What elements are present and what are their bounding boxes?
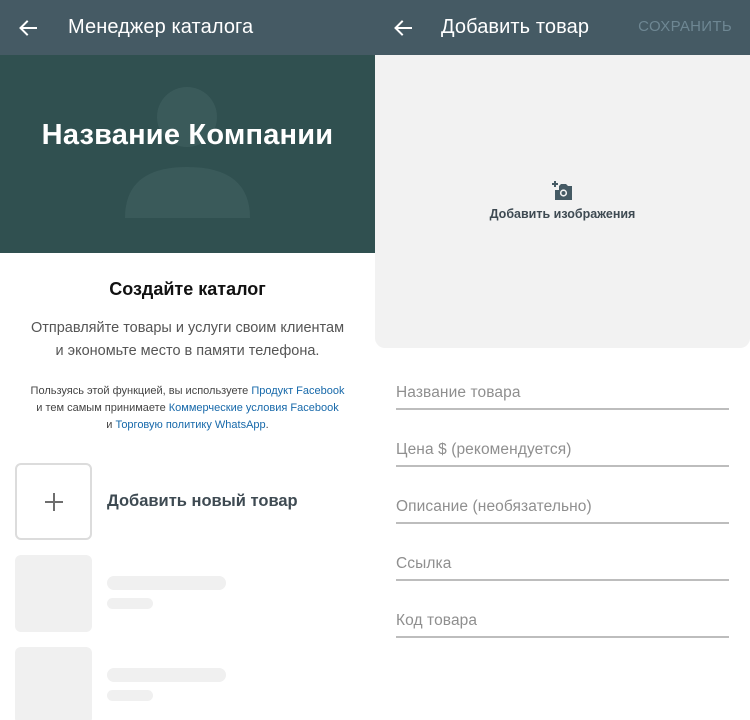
placeholder-thumbnail bbox=[15, 647, 92, 720]
back-arrow-icon[interactable] bbox=[16, 16, 40, 40]
create-catalog-title: Создайте каталог bbox=[109, 279, 266, 299]
profile-silhouette-icon bbox=[125, 87, 250, 218]
placeholder-line bbox=[107, 576, 226, 590]
add-photo-icon bbox=[552, 181, 572, 200]
facebook-product-link[interactable]: Продукт Facebook bbox=[251, 385, 344, 397]
add-images-label: Добавить изображения bbox=[489, 207, 636, 221]
product-code-placeholder: Код товара bbox=[396, 612, 478, 629]
save-button[interactable]: СОХРАНИТЬ bbox=[638, 18, 732, 35]
price-placeholder: Цена $ (рекомендуется) bbox=[396, 441, 572, 458]
app-bar: Добавить товар СОХРАНИТЬ bbox=[375, 0, 750, 55]
plus-icon bbox=[44, 492, 63, 511]
company-name: Название Компании bbox=[41, 119, 334, 151]
app-bar-title: Добавить товар bbox=[441, 16, 590, 38]
add-new-item-button[interactable]: Добавить новый товар bbox=[15, 463, 360, 540]
placeholder-thumbnail bbox=[15, 555, 92, 632]
product-name-field[interactable]: Название товара bbox=[396, 380, 729, 410]
app-bar: Менеджер каталога bbox=[0, 0, 375, 55]
whatsapp-commerce-policy-link[interactable]: Торговую политику WhatsApp bbox=[115, 419, 265, 431]
add-images-area[interactable]: Добавить изображения bbox=[375, 55, 750, 348]
legal-text: и тем самым принимаете bbox=[36, 402, 169, 414]
app-bar-title: Менеджер каталога bbox=[68, 16, 254, 38]
description-line: Отправляйте товары и услуги своим клиент… bbox=[30, 320, 345, 336]
legal-text: Пользуясь этой функцией, вы используете bbox=[30, 385, 252, 397]
create-catalog-description: Отправляйте товары и услуги своим клиент… bbox=[14, 317, 361, 363]
legal-text: . bbox=[265, 419, 269, 431]
description-placeholder: Описание (необязательно) bbox=[396, 498, 592, 515]
add-new-item-label: Добавить новый товар bbox=[107, 492, 298, 510]
link-placeholder: Ссылка bbox=[396, 555, 452, 572]
description-line: и экономьте место в памяти телефона. bbox=[55, 343, 320, 359]
product-code-field[interactable]: Код товара bbox=[396, 608, 729, 638]
placeholder-line bbox=[107, 690, 153, 701]
back-arrow-icon[interactable] bbox=[391, 16, 415, 40]
add-item-box[interactable] bbox=[15, 463, 92, 540]
facebook-commerce-terms-link[interactable]: Коммерческие условия Facebook bbox=[169, 402, 339, 414]
placeholder-line bbox=[107, 598, 153, 609]
catalog-manager-screen: Менеджер каталога Название Компании Созд… bbox=[0, 0, 375, 720]
link-field[interactable]: Ссылка bbox=[396, 551, 729, 581]
legal-notice: Пользуясь этой функцией, вы используете … bbox=[10, 383, 365, 434]
product-name-placeholder: Название товара bbox=[396, 384, 521, 401]
add-item-screen: Добавить товар СОХРАНИТЬ Добавить изобра… bbox=[375, 0, 750, 720]
cover-banner: Название Компании bbox=[0, 55, 375, 253]
placeholder-line bbox=[107, 668, 226, 682]
description-field[interactable]: Описание (необязательно) bbox=[396, 494, 729, 524]
price-field[interactable]: Цена $ (рекомендуется) bbox=[396, 437, 729, 467]
